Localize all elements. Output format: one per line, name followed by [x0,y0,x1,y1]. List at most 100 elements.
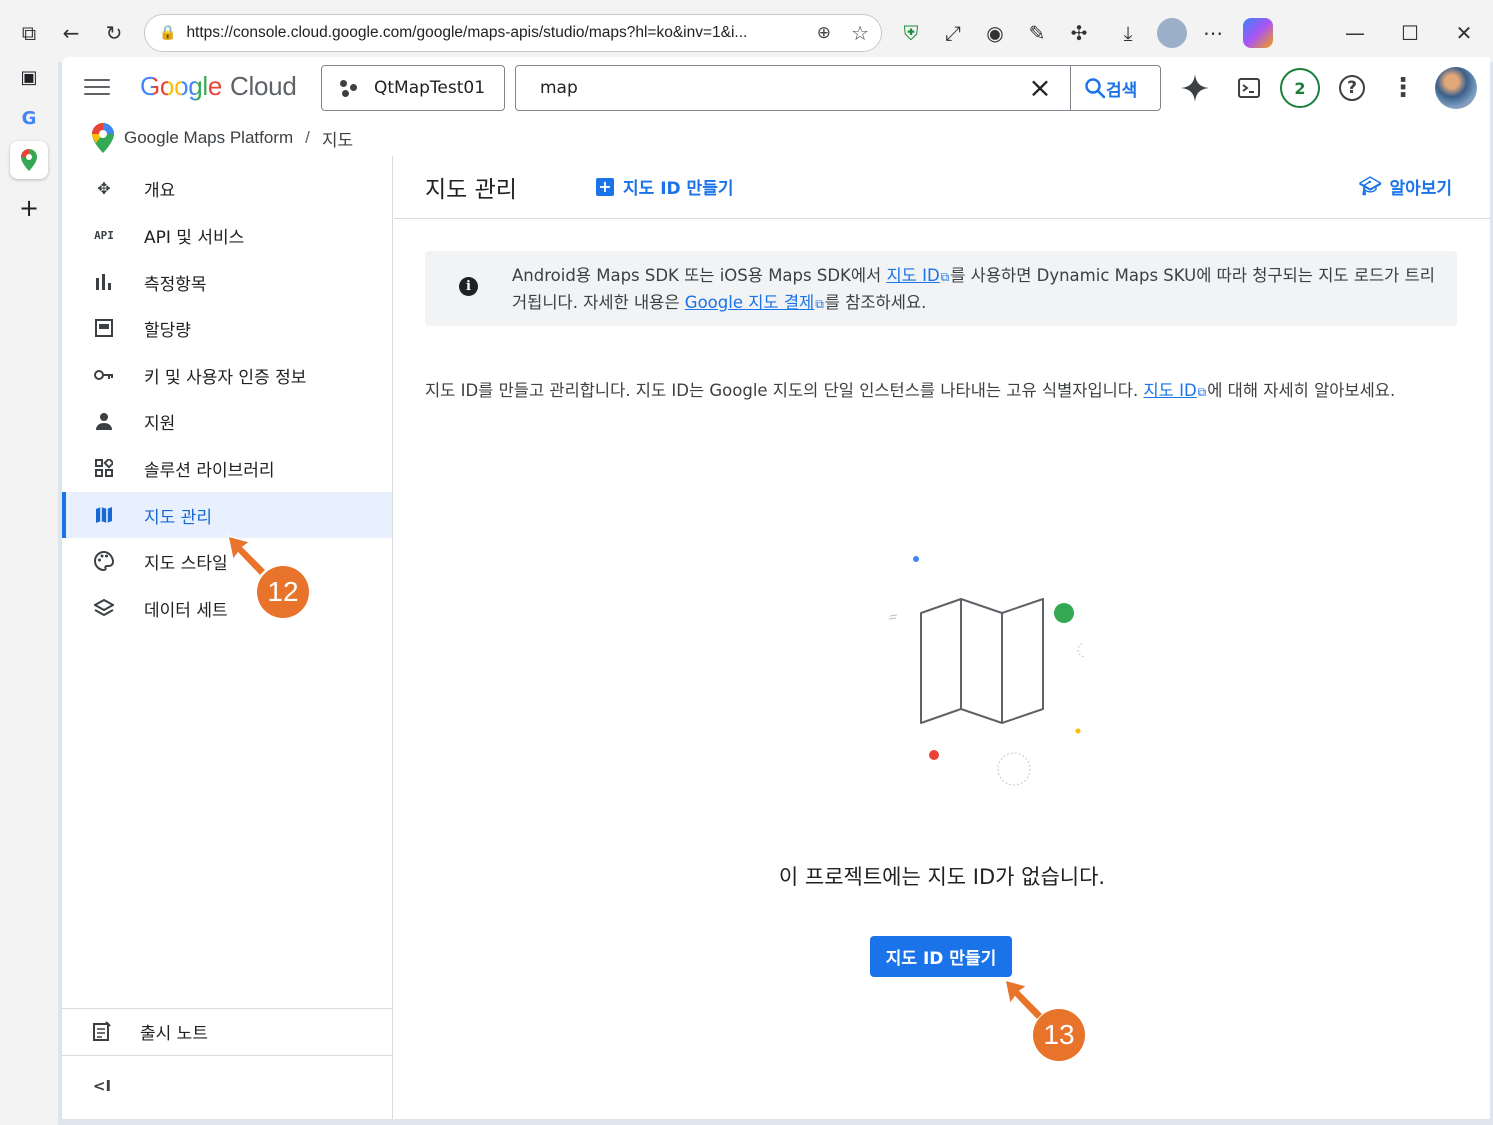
more-options-icon[interactable]: ⋮ [1385,70,1421,106]
download-icon[interactable]: ⤓ [1115,20,1141,46]
help-icon[interactable]: ? [1339,75,1365,101]
learn-more-label: 알아보기 [1389,179,1452,199]
sidebar-item-credentials[interactable]: 키 및 사용자 인증 정보 [62,352,392,398]
solutions-icon [92,456,116,480]
notifications-badge[interactable]: 2 [1280,68,1320,108]
map-id-learn-link[interactable]: 지도 ID [1143,381,1196,400]
sidebar-item-label: 할당량 [144,320,191,341]
close-window-icon[interactable]: ✕ [1451,20,1477,46]
project-name: QtMapTest01 [374,78,486,98]
sidebar-item-label: API 및 서비스 [144,227,245,248]
logo-cloud-text: Cloud [230,71,297,101]
expand-extension-icon[interactable]: ⤢ [940,20,966,46]
page-description: 지도 ID를 만들고 관리합니다. 지도 ID는 Google 지도의 단일 인… [425,378,1455,405]
search-icon [1085,78,1106,99]
search-button-label: 검색 [1106,80,1138,101]
address-bar[interactable]: 🔒 https://console.cloud.google.com/googl… [144,14,882,52]
console-header: Google Cloud QtMapTest01 map × 검색 2 ? ⋮ [62,57,1490,119]
shield-extension-icon[interactable]: ⛨ [898,20,924,46]
sidebar-item-quota[interactable]: 할당량 [62,305,392,351]
banner-text-part: 를 참조하세요. [824,293,927,312]
pen-extension-icon[interactable]: ✎ [1024,20,1050,46]
cloud-shell-icon[interactable] [1231,70,1267,106]
page-title: 지도 관리 [425,177,517,203]
tab-toggle-icon[interactable]: ▣ [10,58,48,96]
zoom-icon[interactable]: ⊕ [817,23,831,43]
palette-icon [92,549,116,573]
tab-actions-icon[interactable]: ⧉ [16,20,42,46]
sidebar-item-datasets[interactable]: 데이터 세트 [62,585,392,631]
sidebar-item-label: 측정항목 [144,274,207,295]
maps-billing-link[interactable]: Google 지도 결제 [685,293,814,312]
maximize-icon[interactable]: ☐ [1397,20,1423,46]
google-cloud-logo[interactable]: Google Cloud [140,71,297,102]
description-text-part: 에 대해 자세히 알아보세요. [1207,381,1396,400]
support-icon [92,409,116,433]
map-icon [92,503,116,527]
sidebar-item-label: 지도 스타일 [144,553,228,574]
url-text: https://console.cloud.google.com/google/… [186,24,748,41]
collapse-icon: <I [92,1077,112,1095]
search-divider [1070,66,1071,110]
main-header: 지도 관리 + 지도 ID 만들기 🎓︎ 알아보기 [394,156,1490,219]
create-map-id-link[interactable]: + 지도 ID 만들기 [596,174,733,199]
sidebar-item-overview[interactable]: ✥ 개요 [62,165,392,211]
refresh-icon[interactable]: ↻ [101,20,127,46]
sidebar-item-api[interactable]: API API 및 서비스 [62,212,392,258]
release-notes-icon [90,1019,114,1043]
create-map-id-link-label: 지도 ID 만들기 [623,179,734,199]
breadcrumb-separator: / [305,128,310,147]
back-icon[interactable]: ← [58,20,84,46]
sidebar-item-release-notes[interactable]: 출시 노트 [62,1006,392,1056]
breadcrumb: Google Maps Platform / 지도 [92,123,353,153]
empty-map-illustration [888,556,1084,786]
sidebar-item-label: 개요 [144,180,176,201]
gemini-icon[interactable] [1177,70,1213,106]
sidebar-item-support[interactable]: 지원 [62,398,392,444]
cursor-extension-icon[interactable]: ◉ [982,20,1008,46]
empty-state-message: 이 프로젝트에는 지도 ID가 없습니다. [778,865,1106,889]
key-icon [92,363,116,387]
profile-icon[interactable] [1157,18,1187,48]
sidebar-item-map-management[interactable]: 지도 관리 [62,492,392,538]
school-icon: 🎓︎ [1358,176,1382,197]
project-picker[interactable]: QtMapTest01 [321,65,505,111]
google-tab-icon[interactable]: G [10,99,48,137]
create-map-id-button[interactable]: 지도 ID 만들기 [870,936,1012,977]
menu-icon[interactable] [84,75,110,99]
clear-search-icon[interactable]: × [1026,74,1054,102]
search-button[interactable]: 검색 [1084,75,1137,101]
account-avatar[interactable] [1435,67,1477,109]
maps-tab-icon[interactable] [10,141,48,179]
copilot-icon[interactable] [1243,18,1273,48]
lock-icon: 🔒 [159,25,177,41]
banner-text-part: Android용 Maps SDK 또는 iOS용 Maps SDK에서 [512,266,887,285]
annotation-arrow-12 [227,534,268,578]
map-id-doc-link[interactable]: 지도 ID [886,266,939,285]
sidebar-item-label: 지원 [144,413,176,434]
search-box[interactable]: map × 검색 [515,65,1161,111]
minimize-icon[interactable]: — [1342,20,1368,46]
maps-platform-pin-icon [92,123,114,153]
breadcrumb-root[interactable]: Google Maps Platform [124,128,293,148]
overview-icon: ✥ [97,178,111,198]
extensions-puzzle-icon[interactable]: ✣ [1066,20,1092,46]
sidebar-item-solutions[interactable]: 솔루션 라이브러리 [62,445,392,491]
datasets-icon [92,596,116,620]
banner-text: Android용 Maps SDK 또는 iOS용 Maps SDK에서 지도 … [512,263,1437,317]
breadcrumb-current: 지도 [321,130,354,150]
favorite-star-icon[interactable]: ☆ [851,21,869,45]
external-link-icon: ⧉ [940,270,950,284]
sidebar-item-metrics[interactable]: 측정항목 [62,259,392,305]
collapse-sidebar-button[interactable]: <I [62,1066,392,1106]
search-input[interactable]: map [540,78,578,98]
annotation-callout-13: 13 [1033,1009,1085,1061]
info-icon: i [459,277,478,296]
add-box-icon: + [596,177,614,196]
learn-more-link[interactable]: 🎓︎ 알아보기 [1359,174,1452,199]
sidebar-item-label: 출시 노트 [140,1023,208,1044]
external-link-icon: ⧉ [1197,385,1207,399]
sidebar-divider [62,1055,392,1056]
more-menu-icon[interactable]: ⋯ [1200,20,1226,46]
new-tab-icon[interactable]: + [10,189,48,227]
